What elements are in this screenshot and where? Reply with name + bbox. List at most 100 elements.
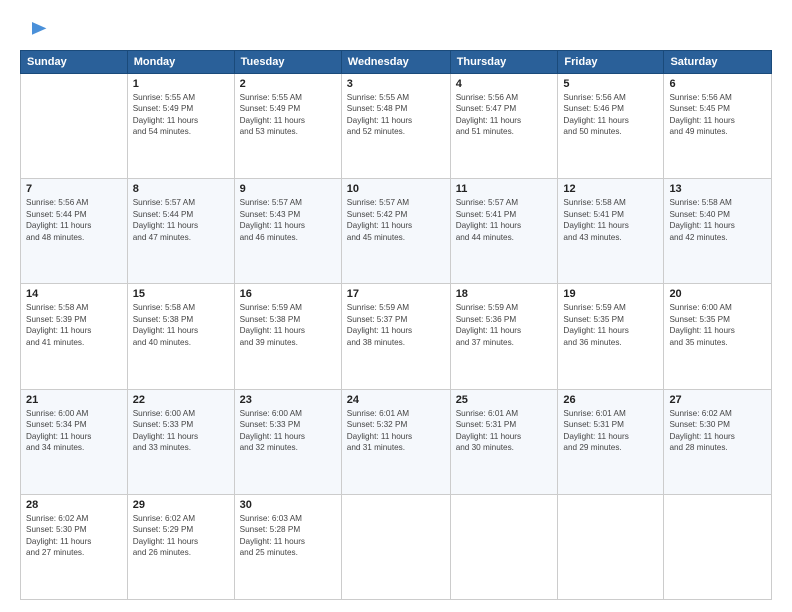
day-info: Sunrise: 5:57 AMSunset: 5:42 PMDaylight:…: [347, 197, 445, 243]
day-info: Sunrise: 5:55 AMSunset: 5:49 PMDaylight:…: [133, 92, 229, 138]
calendar-cell: 18 Sunrise: 5:59 AMSunset: 5:36 PMDayligh…: [450, 284, 558, 389]
calendar-cell: 14 Sunrise: 5:58 AMSunset: 5:39 PMDayligh…: [21, 284, 128, 389]
calendar-cell: 15Sunrise: 5:58 AMSunset: 5:38 PMDayligh…: [127, 284, 234, 389]
day-number: 7: [26, 183, 122, 195]
day-number: 26: [563, 394, 658, 406]
day-info: Sunrise: 6:00 AMSunset: 5:33 PMDaylight:…: [240, 408, 336, 454]
week-row-4: 21 Sunrise: 6:00 AMSunset: 5:34 PMDayligh…: [21, 389, 772, 494]
day-info: Sunrise: 5:55 AMSunset: 5:48 PMDaylight:…: [347, 92, 445, 138]
day-number: 22: [133, 394, 229, 406]
calendar-cell: 21 Sunrise: 6:00 AMSunset: 5:34 PMDayligh…: [21, 389, 128, 494]
calendar-table: SundayMondayTuesdayWednesdayThursdayFrid…: [20, 50, 772, 600]
calendar-cell: 19 Sunrise: 5:59 AMSunset: 5:35 PMDayligh…: [558, 284, 664, 389]
day-number: 6: [669, 78, 766, 90]
day-number: 14: [26, 288, 122, 300]
day-number: 12: [563, 183, 658, 195]
logo-icon: [24, 18, 48, 42]
calendar-cell: 25Sunrise: 6:01 AMSunset: 5:31 PMDayligh…: [450, 389, 558, 494]
weekday-header-saturday: Saturday: [664, 51, 772, 74]
day-info: Sunrise: 6:03 AMSunset: 5:28 PMDaylight:…: [240, 513, 336, 559]
calendar-cell: 27 Sunrise: 6:02 AMSunset: 5:30 PMDayligh…: [664, 389, 772, 494]
calendar-cell: 6Sunrise: 5:56 AMSunset: 5:45 PMDaylight…: [664, 74, 772, 179]
calendar-cell: 16 Sunrise: 5:59 AMSunset: 5:38 PMDayligh…: [234, 284, 341, 389]
calendar-cell: 12 Sunrise: 5:58 AMSunset: 5:41 PMDayligh…: [558, 179, 664, 284]
day-info: Sunrise: 5:57 AMSunset: 5:44 PMDaylight:…: [133, 197, 229, 243]
day-number: 11: [456, 183, 553, 195]
day-info: Sunrise: 5:56 AMSunset: 5:44 PMDaylight:…: [26, 197, 122, 243]
calendar-cell: 1 Sunrise: 5:55 AMSunset: 5:49 PMDaylight…: [127, 74, 234, 179]
weekday-header-thursday: Thursday: [450, 51, 558, 74]
day-info: Sunrise: 5:58 AMSunset: 5:39 PMDaylight:…: [26, 302, 122, 348]
day-info: Sunrise: 5:59 AMSunset: 5:38 PMDaylight:…: [240, 302, 336, 348]
calendar-cell: 30 Sunrise: 6:03 AMSunset: 5:28 PMDayligh…: [234, 494, 341, 599]
calendar-cell: 7 Sunrise: 5:56 AMSunset: 5:44 PMDaylight…: [21, 179, 128, 284]
calendar-cell: 5 Sunrise: 5:56 AMSunset: 5:46 PMDaylight…: [558, 74, 664, 179]
day-info: Sunrise: 5:55 AMSunset: 5:49 PMDaylight:…: [240, 92, 336, 138]
day-number: 9: [240, 183, 336, 195]
day-number: 30: [240, 499, 336, 511]
day-number: 18: [456, 288, 553, 300]
day-info: Sunrise: 6:01 AMSunset: 5:31 PMDaylight:…: [563, 408, 658, 454]
day-number: 20: [669, 288, 766, 300]
calendar-cell: 17Sunrise: 5:59 AMSunset: 5:37 PMDayligh…: [341, 284, 450, 389]
day-info: Sunrise: 5:58 AMSunset: 5:38 PMDaylight:…: [133, 302, 229, 348]
weekday-header-tuesday: Tuesday: [234, 51, 341, 74]
weekday-header-monday: Monday: [127, 51, 234, 74]
day-info: Sunrise: 5:59 AMSunset: 5:35 PMDaylight:…: [563, 302, 658, 348]
day-info: Sunrise: 5:57 AMSunset: 5:41 PMDaylight:…: [456, 197, 553, 243]
week-row-5: 28Sunrise: 6:02 AMSunset: 5:30 PMDayligh…: [21, 494, 772, 599]
calendar-cell: 2 Sunrise: 5:55 AMSunset: 5:49 PMDaylight…: [234, 74, 341, 179]
calendar-cell: [558, 494, 664, 599]
day-number: 27: [669, 394, 766, 406]
day-number: 4: [456, 78, 553, 90]
week-row-1: 1 Sunrise: 5:55 AMSunset: 5:49 PMDaylight…: [21, 74, 772, 179]
calendar-cell: 10 Sunrise: 5:57 AMSunset: 5:42 PMDayligh…: [341, 179, 450, 284]
header: [20, 18, 772, 42]
calendar-cell: 29Sunrise: 6:02 AMSunset: 5:29 PMDayligh…: [127, 494, 234, 599]
day-info: Sunrise: 6:02 AMSunset: 5:30 PMDaylight:…: [26, 513, 122, 559]
day-info: Sunrise: 6:01 AMSunset: 5:32 PMDaylight:…: [347, 408, 445, 454]
day-info: Sunrise: 6:01 AMSunset: 5:31 PMDaylight:…: [456, 408, 553, 454]
day-number: 16: [240, 288, 336, 300]
day-number: 24: [347, 394, 445, 406]
day-info: Sunrise: 5:56 AMSunset: 5:46 PMDaylight:…: [563, 92, 658, 138]
day-number: 13: [669, 183, 766, 195]
day-number: 10: [347, 183, 445, 195]
day-number: 23: [240, 394, 336, 406]
calendar-container: SundayMondayTuesdayWednesdayThursdayFrid…: [0, 0, 792, 612]
day-info: Sunrise: 6:00 AMSunset: 5:33 PMDaylight:…: [133, 408, 229, 454]
calendar-cell: 24 Sunrise: 6:01 AMSunset: 5:32 PMDayligh…: [341, 389, 450, 494]
day-info: Sunrise: 5:58 AMSunset: 5:41 PMDaylight:…: [563, 197, 658, 243]
calendar-cell: [664, 494, 772, 599]
calendar-cell: 3 Sunrise: 5:55 AMSunset: 5:48 PMDaylight…: [341, 74, 450, 179]
weekday-header-row: SundayMondayTuesdayWednesdayThursdayFrid…: [21, 51, 772, 74]
weekday-header-sunday: Sunday: [21, 51, 128, 74]
calendar-cell: [450, 494, 558, 599]
weekday-header-friday: Friday: [558, 51, 664, 74]
day-info: Sunrise: 6:00 AMSunset: 5:34 PMDaylight:…: [26, 408, 122, 454]
day-info: Sunrise: 5:59 AMSunset: 5:36 PMDaylight:…: [456, 302, 553, 348]
day-info: Sunrise: 5:57 AMSunset: 5:43 PMDaylight:…: [240, 197, 336, 243]
day-number: 29: [133, 499, 229, 511]
day-info: Sunrise: 5:59 AMSunset: 5:37 PMDaylight:…: [347, 302, 445, 348]
calendar-cell: [21, 74, 128, 179]
day-number: 5: [563, 78, 658, 90]
day-number: 3: [347, 78, 445, 90]
week-row-2: 7 Sunrise: 5:56 AMSunset: 5:44 PMDaylight…: [21, 179, 772, 284]
calendar-cell: 23 Sunrise: 6:00 AMSunset: 5:33 PMDayligh…: [234, 389, 341, 494]
day-number: 2: [240, 78, 336, 90]
day-number: 1: [133, 78, 229, 90]
day-info: Sunrise: 6:02 AMSunset: 5:30 PMDaylight:…: [669, 408, 766, 454]
day-info: Sunrise: 5:56 AMSunset: 5:47 PMDaylight:…: [456, 92, 553, 138]
calendar-cell: 28Sunrise: 6:02 AMSunset: 5:30 PMDayligh…: [21, 494, 128, 599]
calendar-cell: 4 Sunrise: 5:56 AMSunset: 5:47 PMDaylight…: [450, 74, 558, 179]
calendar-cell: 8 Sunrise: 5:57 AMSunset: 5:44 PMDaylight…: [127, 179, 234, 284]
day-number: 8: [133, 183, 229, 195]
week-row-3: 14 Sunrise: 5:58 AMSunset: 5:39 PMDayligh…: [21, 284, 772, 389]
day-number: 19: [563, 288, 658, 300]
day-info: Sunrise: 6:00 AMSunset: 5:35 PMDaylight:…: [669, 302, 766, 348]
day-number: 21: [26, 394, 122, 406]
calendar-cell: 26 Sunrise: 6:01 AMSunset: 5:31 PMDayligh…: [558, 389, 664, 494]
calendar-cell: 11 Sunrise: 5:57 AMSunset: 5:41 PMDayligh…: [450, 179, 558, 284]
logo: [20, 18, 48, 42]
